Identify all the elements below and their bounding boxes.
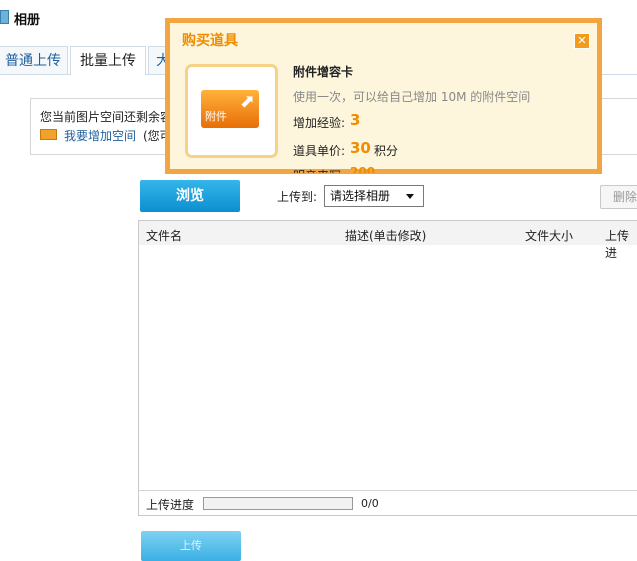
browse-button[interactable]: 浏览 <box>140 180 240 212</box>
exp-value: 3 <box>350 111 361 129</box>
upload-to-label: 上传到: <box>277 190 318 204</box>
space-remaining-text: 您当前图片空间还剩余容 <box>40 110 173 124</box>
item-name: 附件增容卡 <box>293 65 354 79</box>
clipped-value: 200 <box>350 165 376 173</box>
upload-button[interactable]: 上传 <box>141 531 241 561</box>
price-value: 30 <box>350 139 371 157</box>
column-description[interactable]: 描述(单击修改) <box>345 227 426 244</box>
exp-label: 增加经验: <box>293 116 346 130</box>
column-upload-progress: 上传进 <box>605 229 630 260</box>
upload-progress-bar <box>203 497 353 510</box>
column-filesize: 文件大小 <box>525 229 574 243</box>
clipped-label: 明亲来写 <box>293 167 341 173</box>
column-filename: 文件名 <box>146 229 183 243</box>
popup-title: 购买道具 <box>182 33 238 49</box>
progress-count: 0/0 <box>361 497 379 510</box>
tab-batch-upload[interactable]: 批量上传 <box>70 46 146 75</box>
album-select-value: 请选择相册 <box>330 189 391 203</box>
file-table <box>138 220 637 516</box>
price-label: 道具单价: <box>293 144 346 158</box>
arrow-up-icon: ⬈ <box>239 91 255 112</box>
table-footer-divider <box>139 490 637 491</box>
album-select[interactable]: 请选择相册 <box>324 185 424 207</box>
storage-icon <box>40 129 57 140</box>
tab-normal-upload[interactable]: 普通上传 <box>0 46 68 74</box>
add-space-link[interactable]: 我要增加空间 <box>64 127 136 144</box>
page-title: 相册 <box>14 13 41 28</box>
price-unit: 积分 <box>374 144 399 158</box>
item-description: 使用一次，可以给自己增加 10M 的附件空间 <box>293 90 531 104</box>
close-icon[interactable]: ✕ <box>574 33 590 49</box>
chevron-down-icon <box>406 194 414 199</box>
progress-label: 上传进度 <box>146 498 195 512</box>
album-icon <box>0 10 9 24</box>
card-label: 附件 <box>205 110 227 123</box>
delete-button[interactable]: 删除 <box>600 185 637 209</box>
attachment-card-icon: 附件 ⬈ <box>201 90 259 128</box>
